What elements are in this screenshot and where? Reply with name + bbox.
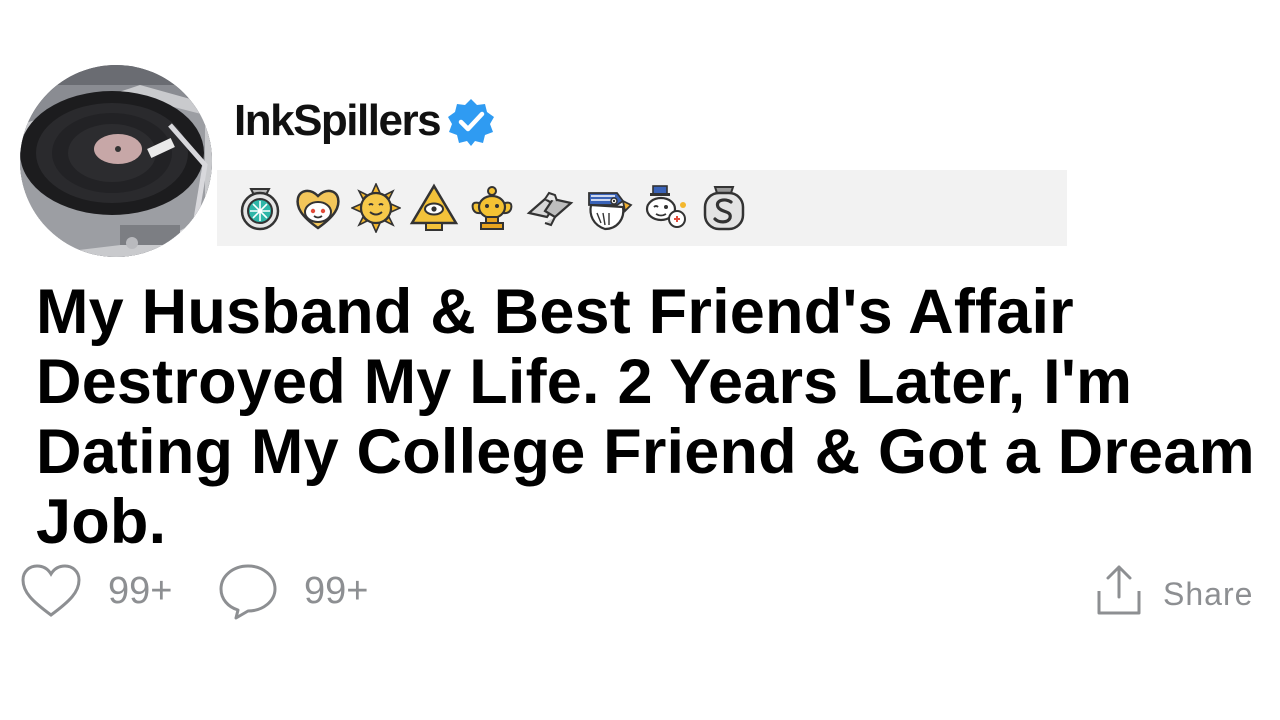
share-icon[interactable]: [1095, 563, 1143, 617]
record-player-icon: [20, 65, 212, 257]
action-bar: 99+ 99+ Share: [20, 560, 1260, 620]
silver-coin-award-icon[interactable]: [699, 183, 749, 233]
likes-count: 99+: [108, 570, 173, 612]
sunny-award-icon[interactable]: [351, 183, 401, 233]
eye-pyramid-award-icon[interactable]: [409, 183, 459, 233]
eagle-award-icon[interactable]: [583, 183, 633, 233]
fistbump-award-icon[interactable]: [525, 183, 575, 233]
wholesome-award-icon[interactable]: [293, 183, 343, 233]
avatar[interactable]: [20, 65, 212, 257]
share-button[interactable]: Share: [1163, 574, 1253, 614]
username-row: InkSpillers: [234, 92, 496, 150]
helpful-award-icon[interactable]: [235, 183, 285, 233]
username[interactable]: InkSpillers: [234, 92, 442, 150]
awards-bar: [217, 170, 1067, 246]
post-title[interactable]: My Husband & Best Friend's Affair Destro…: [36, 277, 1256, 557]
comment-icon[interactable]: [218, 563, 278, 621]
heart-icon[interactable]: [20, 563, 82, 619]
snoo-wink-award-icon[interactable]: [641, 183, 691, 233]
verified-badge-icon: [448, 99, 495, 146]
gold-award-icon[interactable]: [467, 183, 517, 233]
comments-count: 99+: [304, 570, 369, 612]
